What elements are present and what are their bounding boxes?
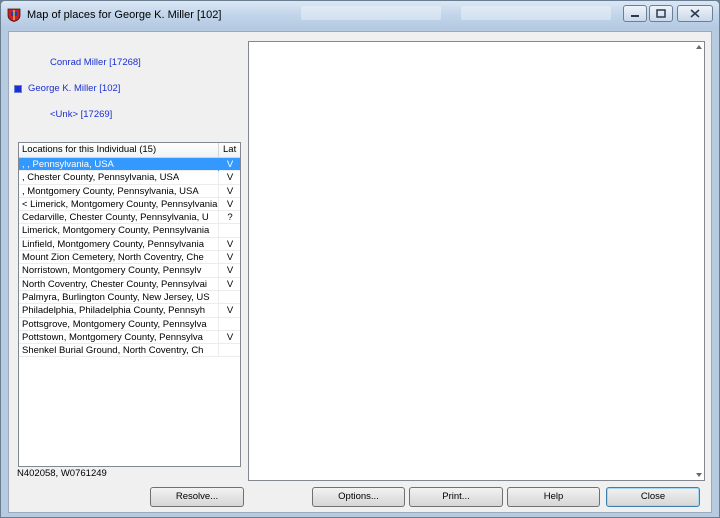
close-button[interactable]: Close [606, 487, 700, 507]
location-lat-status: V [226, 252, 234, 264]
table-row[interactable]: Limerick, Montgomery County, Pennsylvani… [19, 224, 240, 238]
coordinates-readout: N402058, W0761249 [17, 468, 107, 479]
scroll-up-icon[interactable] [696, 45, 702, 49]
scroll-down-icon[interactable] [696, 473, 702, 477]
location-name: Mount Zion Cemetery, North Coventry, Che [19, 251, 219, 265]
location-name: , Chester County, Pennsylvania, USA [19, 171, 219, 185]
table-row[interactable]: , Montgomery County, Pennsylvania, USA V [19, 184, 240, 198]
location-name: North Coventry, Chester County, Pennsylv… [19, 277, 219, 291]
current-person-marker-icon [14, 85, 22, 93]
location-name: Philadelphia, Philadelphia County, Penns… [19, 304, 219, 318]
maximize-button[interactable] [649, 5, 673, 22]
table-row[interactable]: Cedarville, Chester County, Pennsylvania… [19, 211, 240, 225]
table-row[interactable]: Shenkel Burial Ground, North Coventry, C… [19, 344, 240, 358]
locations-list-header: Locations for this Individual (15) Lat [19, 143, 240, 158]
location-name: Shenkel Burial Ground, North Coventry, C… [19, 344, 219, 358]
table-row[interactable]: Pottsgrove, Montgomery County, Pennsylva [19, 317, 240, 331]
location-name: Cedarville, Chester County, Pennsylvania… [19, 211, 219, 225]
table-row[interactable]: , , Pennsylvania, USA V [19, 158, 240, 172]
location-lat-status [220, 318, 240, 331]
table-row[interactable]: Norristown, Montgomery County, Pennsylv V [19, 264, 240, 278]
table-row[interactable]: Pottstown, Montgomery County, Pennsylva V [19, 330, 240, 345]
location-lat-status: V [226, 278, 234, 290]
table-row[interactable]: Mount Zion Cemetery, North Coventry, Che… [19, 251, 240, 265]
background-ghost [461, 6, 611, 20]
location-name: Linfield, Montgomery County, Pennsylvani… [19, 237, 219, 251]
locations-rows: , , Pennsylvania, USA V, Chester County, … [19, 158, 240, 358]
location-name: Limerick, Montgomery County, Pennsylvani… [19, 224, 219, 238]
table-row[interactable]: Philadelphia, Philadelphia County, Penns… [19, 304, 240, 318]
location-lat-status: V [226, 185, 234, 197]
self-link[interactable]: George K. Miller [102] [28, 83, 120, 94]
close-icon [690, 9, 700, 18]
location-lat-status: V [226, 172, 234, 184]
map-window: Map of places for George K. Miller [102]… [0, 0, 720, 518]
map-scrollbar[interactable] [694, 42, 704, 480]
minimize-icon [631, 14, 639, 17]
options-button[interactable]: Options... [312, 487, 405, 507]
location-lat-status: V [226, 198, 234, 210]
window-title: Map of places for George K. Miller [102] [27, 9, 222, 21]
father-link[interactable]: Conrad Miller [17268] [50, 57, 141, 68]
location-name: < Limerick, Montgomery County, Pennsylva… [19, 197, 219, 211]
resolve-button[interactable]: Resolve... [150, 487, 244, 507]
location-name: , , Pennsylvania, USA [19, 158, 219, 171]
print-button[interactable]: Print... [409, 487, 503, 507]
app-shield-icon [7, 8, 21, 22]
dialog-client-area: Conrad Miller [17268] George K. Miller [… [8, 31, 712, 513]
table-row[interactable]: Palmyra, Burlington County, New Jersey, … [19, 290, 240, 305]
table-row[interactable]: , Chester County, Pennsylvania, USA V [19, 171, 240, 185]
location-lat-status [220, 224, 240, 237]
location-lat-status: V [226, 331, 234, 343]
map-view[interactable] [248, 41, 705, 481]
location-name: Palmyra, Burlington County, New Jersey, … [19, 290, 219, 304]
location-lat-status [220, 344, 240, 357]
locations-list[interactable]: Locations for this Individual (15) Lat ,… [18, 142, 241, 467]
location-lat-status: V [226, 305, 234, 317]
location-lat-status: ? [227, 212, 233, 224]
location-name: Pottsgrove, Montgomery County, Pennsylva [19, 317, 219, 331]
table-row[interactable]: Linfield, Montgomery County, Pennsylvani… [19, 237, 240, 252]
location-name: Pottstown, Montgomery County, Pennsylva [19, 330, 219, 344]
location-name: , Montgomery County, Pennsylvania, USA [19, 184, 219, 198]
help-button[interactable]: Help [507, 487, 600, 507]
location-lat-status: V [226, 265, 234, 277]
title-bar[interactable]: Map of places for George K. Miller [102] [1, 1, 719, 29]
table-row[interactable]: North Coventry, Chester County, Pennsylv… [19, 277, 240, 291]
column-header-location[interactable]: Locations for this Individual (15) [19, 143, 219, 157]
close-window-button[interactable] [677, 5, 713, 22]
location-lat-status: V [226, 238, 234, 250]
location-name: Norristown, Montgomery County, Pennsylv [19, 264, 219, 278]
maximize-icon [656, 9, 666, 18]
mother-link[interactable]: <Unk> [17269] [50, 109, 112, 120]
location-lat-status [220, 291, 240, 304]
background-ghost [301, 6, 441, 20]
location-lat-status: V [226, 159, 234, 170]
minimize-button[interactable] [623, 5, 647, 22]
table-row[interactable]: < Limerick, Montgomery County, Pennsylva… [19, 197, 240, 212]
column-header-lat[interactable]: Lat [220, 143, 240, 157]
